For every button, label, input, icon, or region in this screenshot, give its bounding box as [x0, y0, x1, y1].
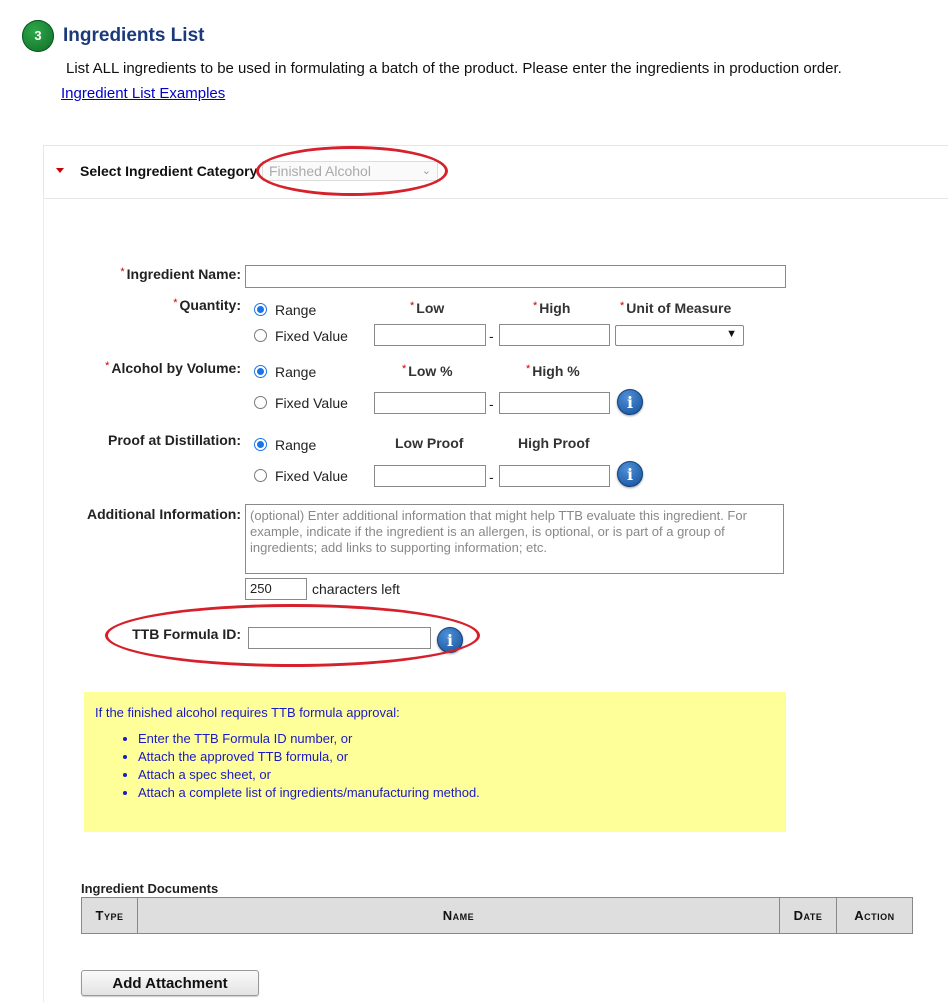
list-item: Attach a spec sheet, or	[138, 766, 480, 784]
abv-low-input[interactable]	[374, 392, 486, 414]
section-instructions: List ALL ingredients to be used in formu…	[66, 60, 842, 77]
ingredient-documents-table: Type Name Date Action	[81, 897, 913, 934]
abv-low-header: * Low %	[402, 363, 453, 379]
proof-range-label: Range	[275, 437, 317, 453]
unit-of-measure-select[interactable]: ▼	[615, 325, 744, 346]
proof-range-radio[interactable]	[254, 438, 267, 451]
list-item: Attach a complete list of ingredients/ma…	[138, 784, 480, 802]
table-header-row: Type Name Date Action	[81, 897, 913, 934]
abv-info-icon[interactable]: i	[617, 389, 643, 415]
quantity-high-input[interactable]	[499, 324, 610, 346]
step-number-badge: 3	[22, 20, 54, 52]
column-header-name: Name	[137, 897, 780, 934]
proof-fixed-label: Fixed Value	[275, 468, 348, 484]
abv-fixed-label: Fixed Value	[275, 395, 348, 411]
quantity-range-label: Range	[275, 302, 317, 318]
ingredient-documents-label: Ingredient Documents	[81, 881, 219, 896]
formula-approval-note: If the finished alcohol requires TTB for…	[84, 692, 786, 832]
ingredient-list-examples-link[interactable]: Ingredient List Examples	[61, 85, 225, 102]
abv-range-dash: -	[489, 396, 494, 412]
abv-fixed-radio[interactable]	[254, 396, 267, 409]
proof-info-icon[interactable]: i	[617, 461, 643, 487]
additional-info-textarea[interactable]: (optional) Enter additional information …	[245, 504, 784, 574]
abv-high-header: * High %	[526, 363, 580, 379]
column-header-type: Type	[81, 897, 138, 934]
list-item: Enter the TTB Formula ID number, or	[138, 730, 480, 748]
quantity-unit-header: * Unit of Measure	[620, 300, 732, 316]
quantity-range-dash: -	[489, 328, 494, 344]
abv-range-label: Range	[275, 364, 317, 380]
abv-label: * Alcohol by Volume:	[105, 360, 241, 376]
quantity-label: * Quantity:	[173, 297, 241, 313]
quantity-low-input[interactable]	[374, 324, 486, 346]
proof-high-input[interactable]	[499, 465, 610, 487]
abv-high-input[interactable]	[499, 392, 610, 414]
proof-low-header: Low Proof	[395, 435, 464, 451]
column-header-action: Action	[836, 897, 913, 934]
annotation-circle-formula-id	[105, 604, 480, 667]
quantity-fixed-label: Fixed Value	[275, 328, 348, 344]
annotation-circle-category	[256, 146, 448, 196]
list-item: Attach the approved TTB formula, or	[138, 748, 480, 766]
abv-range-radio[interactable]	[254, 365, 267, 378]
proof-high-header: High Proof	[518, 435, 590, 451]
collapse-caret-icon[interactable]	[56, 168, 64, 173]
quantity-fixed-radio[interactable]	[254, 329, 267, 342]
quantity-high-header: * High	[533, 300, 571, 316]
formula-approval-note-list: Enter the TTB Formula ID number, or Atta…	[99, 730, 480, 802]
characters-left-label: characters left	[312, 581, 400, 597]
chevron-down-icon: ▼	[726, 328, 737, 340]
proof-range-dash: -	[489, 469, 494, 485]
quantity-low-header: * Low	[410, 300, 445, 316]
section-title: Ingredients List	[63, 25, 205, 46]
ingredient-category-label: Select Ingredient Category	[80, 163, 258, 179]
proof-label: Proof at Distillation:	[108, 432, 241, 448]
ingredient-name-label: * Ingredient Name:	[120, 266, 241, 282]
proof-low-input[interactable]	[374, 465, 486, 487]
quantity-range-radio[interactable]	[254, 303, 267, 316]
formula-approval-note-intro: If the finished alcohol requires TTB for…	[95, 705, 400, 720]
proof-fixed-radio[interactable]	[254, 469, 267, 482]
additional-info-label: Additional Information:	[87, 506, 241, 522]
characters-left-counter: 250	[245, 578, 307, 600]
ingredient-name-input[interactable]	[245, 265, 786, 288]
column-header-date: Date	[779, 897, 837, 934]
add-attachment-button[interactable]: Add Attachment	[81, 970, 259, 996]
